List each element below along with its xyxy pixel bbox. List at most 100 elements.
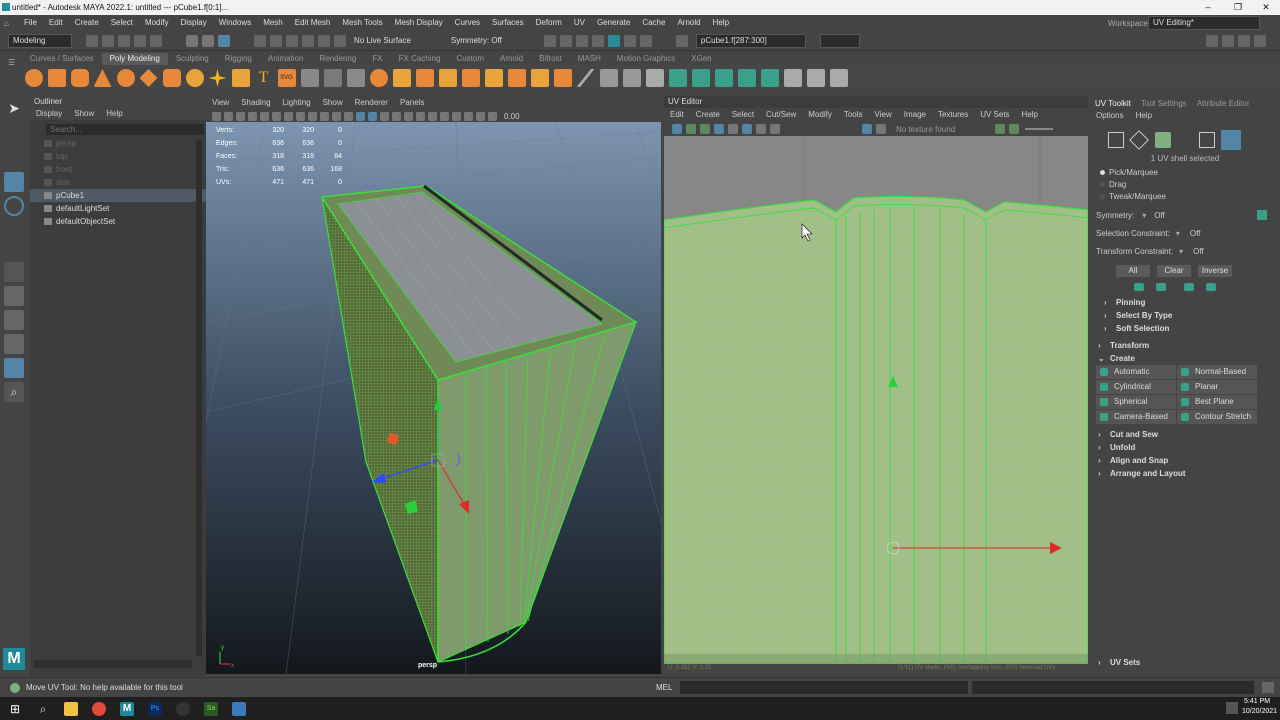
poly-torus-icon[interactable] — [116, 69, 135, 87]
snap-plane-icon[interactable] — [302, 34, 314, 47]
uv-shell-select-icon[interactable] — [1221, 130, 1241, 150]
outliner-menu-display[interactable]: Display — [30, 108, 68, 120]
wireframe-icon[interactable] — [331, 111, 341, 121]
photoshop-icon[interactable]: Ps — [148, 701, 162, 716]
maximize-icon[interactable]: ❐ — [1224, 0, 1252, 15]
exposure-icon[interactable] — [487, 111, 497, 121]
tool-mode-option[interactable]: Pick/Marquee — [1100, 166, 1280, 178]
minimize-icon[interactable]: – — [1194, 0, 1222, 15]
uv-menu-textures[interactable]: Textures — [932, 108, 974, 122]
fill-hole-icon[interactable] — [553, 69, 572, 87]
obs-icon[interactable] — [176, 701, 190, 716]
super-shape-icon[interactable] — [208, 69, 227, 87]
camera-attr-icon[interactable] — [223, 111, 233, 121]
outliner-item[interactable]: persp — [30, 137, 206, 150]
section-create[interactable]: ⌄ Create — [1090, 352, 1280, 365]
isolate-select-icon[interactable] — [439, 111, 449, 121]
uv-menu-image[interactable]: Image — [898, 108, 932, 122]
shadows-icon[interactable] — [391, 111, 401, 121]
create-normal-based-button[interactable]: Normal-Based — [1177, 365, 1257, 379]
shelf-tab-poly-modeling[interactable]: Poly Modeling — [101, 53, 168, 65]
shelf-tab-rigging[interactable]: Rigging — [217, 53, 260, 65]
menu-mesh-display[interactable]: Mesh Display — [389, 15, 449, 31]
mirror-icon[interactable] — [346, 69, 365, 87]
shelf-tab-motion-graphics[interactable]: Motion Graphics — [609, 53, 683, 65]
shelf-tab-arnold[interactable]: Arnold — [492, 53, 531, 65]
uv-menu-uv-sets[interactable]: UV Sets — [974, 108, 1015, 122]
select-component-icon[interactable] — [218, 34, 230, 47]
film-gate-icon[interactable] — [271, 111, 281, 121]
select-clear-button[interactable]: Clear — [1157, 265, 1191, 277]
network-icon[interactable] — [1226, 702, 1238, 714]
vp-menu-view[interactable]: View — [206, 96, 235, 110]
uv-menu-modify[interactable]: Modify — [802, 108, 838, 122]
modeling-toolkit-icon[interactable] — [1206, 34, 1218, 47]
shelf-tab-custom[interactable]: Custom — [448, 53, 492, 65]
shelf-tab-sculpting[interactable]: Sculpting — [168, 53, 217, 65]
create-camera-based-button[interactable]: Camera-Based — [1096, 410, 1176, 424]
aa-icon[interactable] — [415, 111, 425, 121]
ipr-render-icon[interactable] — [575, 34, 588, 47]
create-best-plane-button[interactable]: Best Plane — [1177, 395, 1257, 409]
uv-optimize-icon[interactable] — [829, 69, 848, 87]
section-pinning[interactable]: › Pinning — [1096, 296, 1280, 309]
poly-cylinder-icon[interactable] — [70, 69, 89, 87]
viewport-canvas[interactable]: y x persp — [206, 122, 661, 674]
shelf-tab-fx-caching[interactable]: FX Caching — [391, 53, 449, 65]
symmetry-value[interactable]: Off — [1154, 211, 1165, 220]
menu-curves[interactable]: Curves — [449, 15, 486, 31]
shelf-tab-curves-surfaces[interactable]: Curves / Surfaces — [22, 53, 102, 65]
vp-menu-lighting[interactable]: Lighting — [277, 96, 317, 110]
tk-menu-help[interactable]: Help — [1130, 110, 1158, 122]
sign-in-dropdown[interactable] — [819, 33, 860, 48]
outliner-search-input[interactable]: Search... — [46, 124, 204, 135]
maya-taskbar-icon[interactable]: M — [120, 701, 134, 716]
move-tool-icon[interactable] — [4, 172, 24, 192]
uv-menu-select[interactable]: Select — [726, 108, 760, 122]
uv-vertex-mode-icon[interactable] — [1108, 132, 1124, 148]
smooth-icon[interactable] — [369, 69, 388, 87]
outliner-layout-icon[interactable] — [4, 358, 24, 378]
remesh-icon[interactable] — [438, 69, 457, 87]
gate-mask-icon[interactable] — [295, 111, 305, 121]
mel-label[interactable]: MEL — [656, 683, 672, 692]
uv-menu-create[interactable]: Create — [690, 108, 726, 122]
poly-plane-icon[interactable] — [139, 69, 158, 87]
uv-exposure-icon[interactable] — [995, 124, 1006, 134]
retopo-icon[interactable] — [461, 69, 480, 87]
uv-layout-icon[interactable] — [806, 69, 825, 87]
uv-isolate-icon[interactable] — [756, 124, 766, 134]
uv-distortion-icon[interactable] — [686, 124, 696, 134]
xray-icon[interactable] — [451, 111, 461, 121]
home-icon[interactable]: ⌂ — [4, 19, 18, 28]
single-view-icon[interactable] — [4, 286, 24, 306]
vp-menu-shading[interactable]: Shading — [235, 96, 276, 110]
type-tool-icon[interactable]: T — [255, 69, 273, 87]
shelf-tab-animation[interactable]: Animation — [260, 53, 312, 65]
toolkit-tab-uv-toolkit[interactable]: UV Toolkit — [1090, 99, 1136, 108]
outliner-item[interactable]: defaultObjectSet — [30, 215, 206, 228]
menu-mesh[interactable]: Mesh — [257, 15, 289, 31]
uv-unfold-icon[interactable] — [783, 69, 802, 87]
toolkit-tab-attribute-editor[interactable]: Attribute Editor — [1192, 99, 1255, 108]
clock-time[interactable]: 5:41 PM — [1244, 698, 1270, 705]
new-scene-icon[interactable] — [86, 34, 98, 47]
undo-icon[interactable] — [134, 34, 146, 47]
sweep-mesh-icon[interactable] — [231, 69, 250, 87]
uv-menu-view[interactable]: View — [869, 108, 898, 122]
dof-icon[interactable] — [427, 111, 437, 121]
uv-sew-icon[interactable] — [760, 69, 779, 87]
uv-shell-mode-icon[interactable] — [1155, 132, 1171, 148]
tool-mode-option[interactable]: Tweak/Marquee — [1100, 190, 1280, 202]
redo-icon[interactable] — [150, 34, 162, 47]
uv-shell[interactable] — [664, 195, 1088, 664]
select-tool-icon[interactable]: ➤ — [4, 100, 24, 120]
sculpt-tools-icon[interactable] — [668, 69, 687, 87]
snap-grid-icon[interactable] — [254, 34, 266, 47]
uv-face-mode-icon[interactable] — [1199, 132, 1215, 148]
section-unfold[interactable]: › Unfold — [1090, 441, 1280, 454]
separate-icon[interactable] — [323, 69, 342, 87]
poly-sphere-icon[interactable] — [24, 69, 43, 87]
outliner-scrollbar[interactable] — [34, 660, 192, 668]
section-transform[interactable]: › Transform — [1090, 339, 1280, 352]
